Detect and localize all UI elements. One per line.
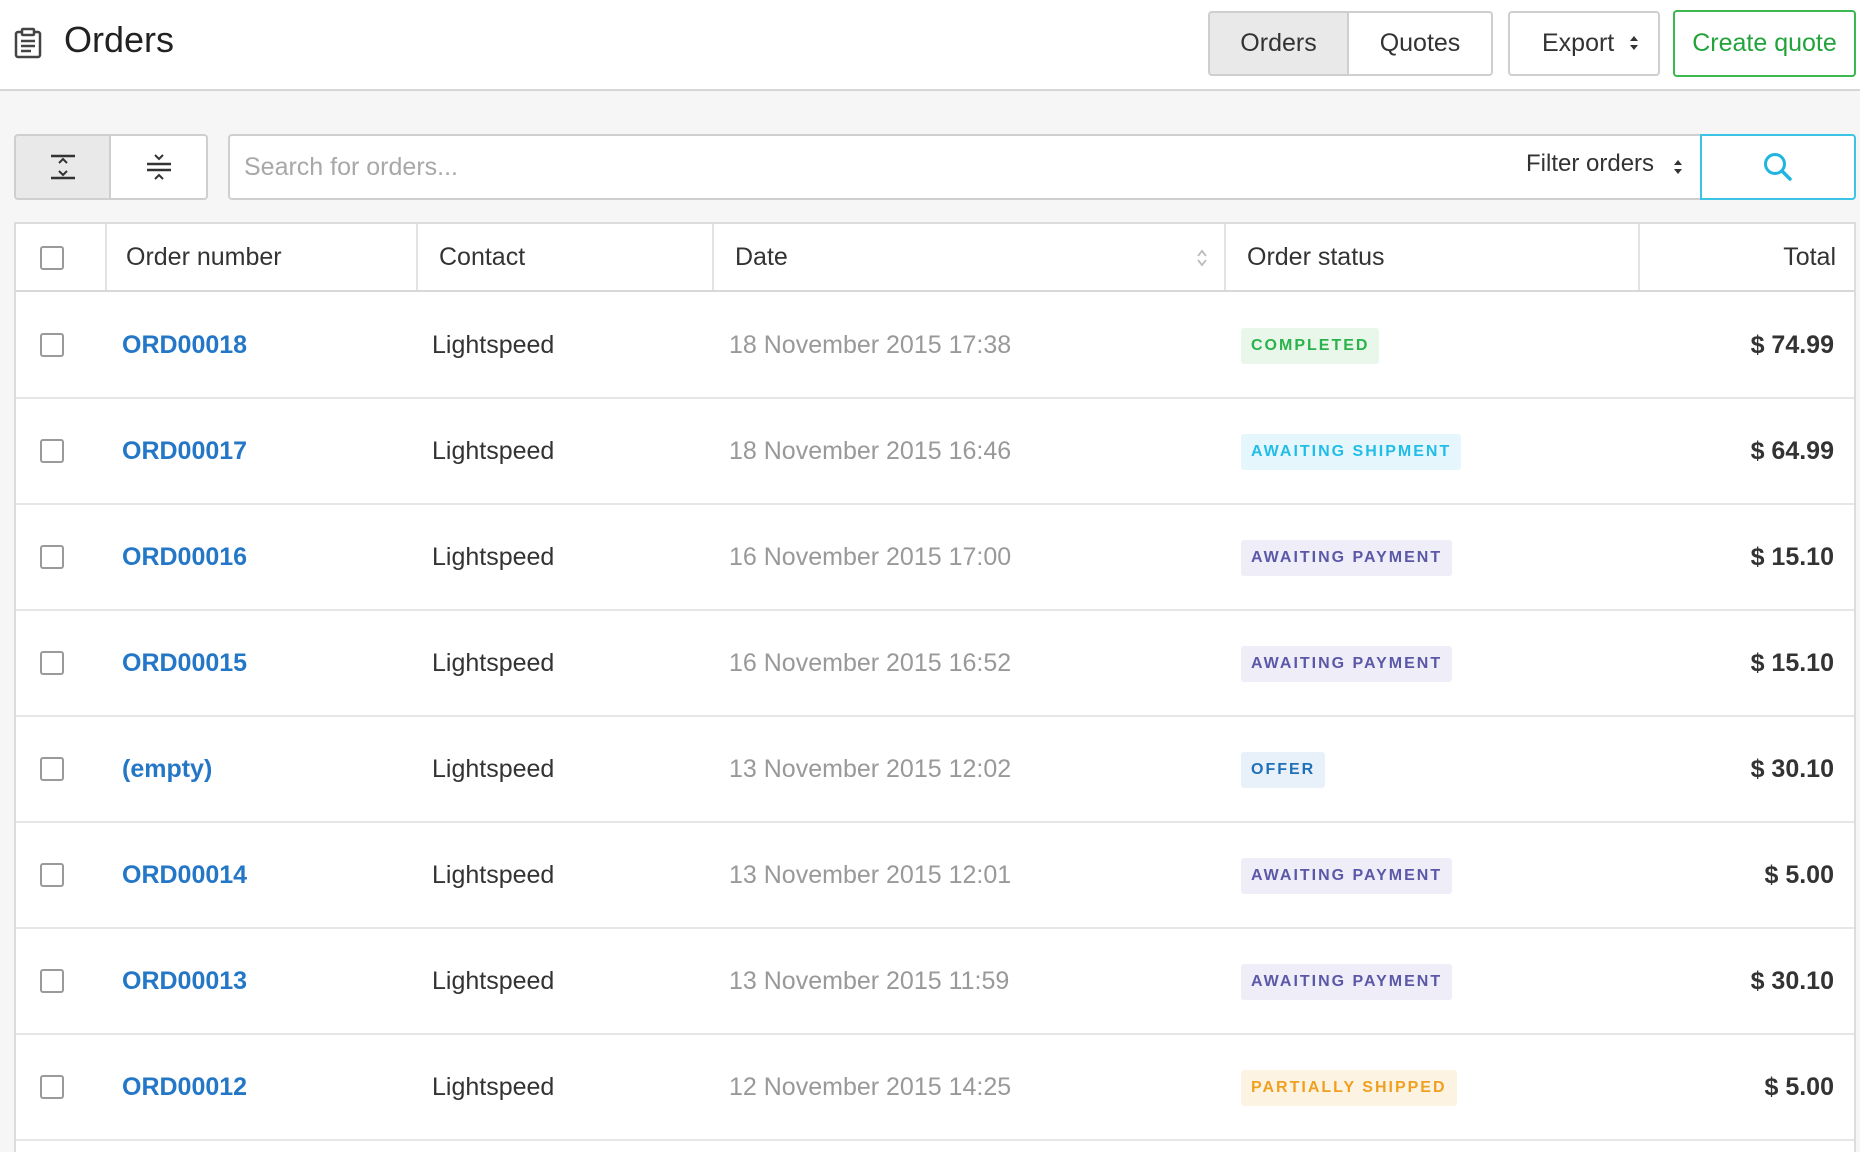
date-cell: 18 November 2015 17:38 (729, 330, 1012, 359)
column-date-label: Date (735, 242, 788, 271)
status-badge: AWAITING PAYMENT (1241, 858, 1453, 894)
row-checkbox[interactable] (40, 969, 64, 993)
contact-cell: Lightspeed (432, 648, 555, 677)
status-badge: OFFER (1241, 752, 1326, 788)
sort-arrows-icon (1630, 36, 1638, 50)
column-contact[interactable]: Contact (416, 224, 712, 290)
select-all-cell (16, 224, 105, 290)
total-cell: $ 5.00 (1764, 1072, 1834, 1101)
order-number-link[interactable]: ORD00017 (122, 399, 247, 503)
order-number-link[interactable]: ORD00013 (122, 929, 247, 1033)
table-header: Order number Contact Date Order status T… (16, 224, 1854, 292)
status-badge: AWAITING PAYMENT (1241, 540, 1453, 576)
export-label: Export (1542, 29, 1615, 57)
row-checkbox[interactable] (40, 863, 64, 887)
date-cell: 16 November 2015 17:00 (729, 542, 1012, 571)
contact-cell: Lightspeed (432, 542, 555, 571)
row-checkbox[interactable] (40, 1075, 64, 1099)
date-cell: 12 November 2015 14:25 (729, 1072, 1012, 1101)
column-order-number[interactable]: Order number (105, 224, 416, 290)
top-bar: Orders Orders Quotes Export Create quote (0, 0, 1860, 91)
total-cell: $ 15.10 (1750, 648, 1834, 677)
compact-view-button[interactable] (111, 134, 208, 200)
total-cell: $ 30.10 (1750, 754, 1834, 783)
select-all-checkbox[interactable] (40, 246, 64, 270)
column-date[interactable]: Date (712, 224, 1224, 290)
orders-quotes-switch: Orders Quotes (1208, 11, 1493, 76)
tab-orders[interactable]: Orders (1208, 11, 1349, 76)
row-checkbox[interactable] (40, 545, 64, 569)
tab-quotes[interactable]: Quotes (1349, 11, 1493, 76)
column-order-number-label: Order number (126, 242, 282, 271)
date-cell: 13 November 2015 11:59 (729, 966, 1010, 995)
total-cell: $ 5.00 (1764, 860, 1834, 889)
row-checkbox[interactable] (40, 333, 64, 357)
export-dropdown[interactable]: Export (1508, 11, 1660, 76)
search-button[interactable] (1700, 134, 1856, 200)
status-badge: AWAITING PAYMENT (1241, 646, 1453, 682)
filter-orders-dropdown[interactable]: Filter orders (1526, 150, 1682, 178)
total-cell: $ 74.99 (1750, 330, 1834, 359)
table-row[interactable]: ORD00015 Lightspeed 16 November 2015 16:52… (16, 611, 1854, 717)
row-checkbox[interactable] (40, 439, 64, 463)
contact-cell: Lightspeed (432, 436, 555, 465)
total-cell: $ 30.10 (1750, 966, 1834, 995)
status-badge: PARTIALLY SHIPPED (1241, 1070, 1457, 1106)
column-order-status-label: Order status (1247, 242, 1385, 271)
clipboard-icon (14, 27, 42, 59)
column-order-status[interactable]: Order status (1224, 224, 1638, 290)
expanded-view-button[interactable] (14, 134, 111, 200)
table-row[interactable]: ORD00016 Lightspeed 16 November 2015 17:00… (16, 505, 1854, 611)
row-checkbox[interactable] (40, 757, 64, 781)
search-input[interactable] (244, 144, 1244, 190)
sort-arrows-icon (1674, 160, 1682, 174)
create-quote-button[interactable]: Create quote (1673, 10, 1856, 77)
table-row[interactable]: ORD00012 Lightspeed 12 November 2015 14:25… (16, 1035, 1854, 1141)
sort-arrows-icon (1197, 249, 1207, 267)
order-number-link[interactable]: ORD00014 (122, 823, 247, 927)
column-contact-label: Contact (439, 242, 526, 271)
order-number-link[interactable]: ORD00016 (122, 505, 247, 609)
date-cell: 16 November 2015 16:52 (729, 648, 1012, 677)
order-number-link[interactable]: ORD00018 (122, 293, 247, 397)
table-row[interactable]: ORD00017 Lightspeed 18 November 2015 16:46… (16, 399, 1854, 505)
table-row[interactable]: ORD00013 Lightspeed 13 November 2015 11:59… (16, 929, 1854, 1035)
contact-cell: Lightspeed (432, 754, 555, 783)
table-row[interactable]: ORD00018 Lightspeed 18 November 2015 17:38… (16, 293, 1854, 399)
order-number-link[interactable]: (empty) (122, 717, 212, 821)
column-total[interactable]: Total (1638, 224, 1856, 290)
compact-rows-icon (146, 154, 171, 180)
table-row[interactable]: (empty) Lightspeed 13 November 2015 12:02 O… (16, 717, 1854, 823)
status-badge: AWAITING PAYMENT (1241, 964, 1453, 1000)
row-density-toggle (14, 134, 208, 200)
total-cell: $ 64.99 (1750, 436, 1834, 465)
contact-cell: Lightspeed (432, 966, 555, 995)
date-cell: 13 November 2015 12:02 (729, 754, 1012, 783)
column-total-label: Total (1783, 242, 1836, 271)
search-bar: Filter orders (228, 134, 1702, 200)
contact-cell: Lightspeed (432, 1072, 555, 1101)
contact-cell: Lightspeed (432, 860, 555, 889)
search-icon (1764, 153, 1792, 181)
orders-table: Order number Contact Date Order status T… (14, 222, 1856, 1152)
status-badge: COMPLETED (1241, 328, 1380, 364)
status-badge: AWAITING SHIPMENT (1241, 434, 1462, 470)
filter-orders-label: Filter orders (1526, 150, 1655, 177)
order-number-link[interactable]: ORD00012 (122, 1035, 247, 1139)
page-title: Orders (64, 19, 175, 60)
contact-cell: Lightspeed (432, 330, 555, 359)
total-cell: $ 15.10 (1750, 542, 1834, 571)
table-row[interactable]: ORD00014 Lightspeed 13 November 2015 12:01… (16, 823, 1854, 929)
date-cell: 18 November 2015 16:46 (729, 436, 1012, 465)
date-cell: 13 November 2015 12:01 (729, 860, 1012, 889)
expanded-rows-icon (50, 154, 75, 180)
order-number-link[interactable]: ORD00015 (122, 611, 247, 715)
row-checkbox[interactable] (40, 651, 64, 675)
